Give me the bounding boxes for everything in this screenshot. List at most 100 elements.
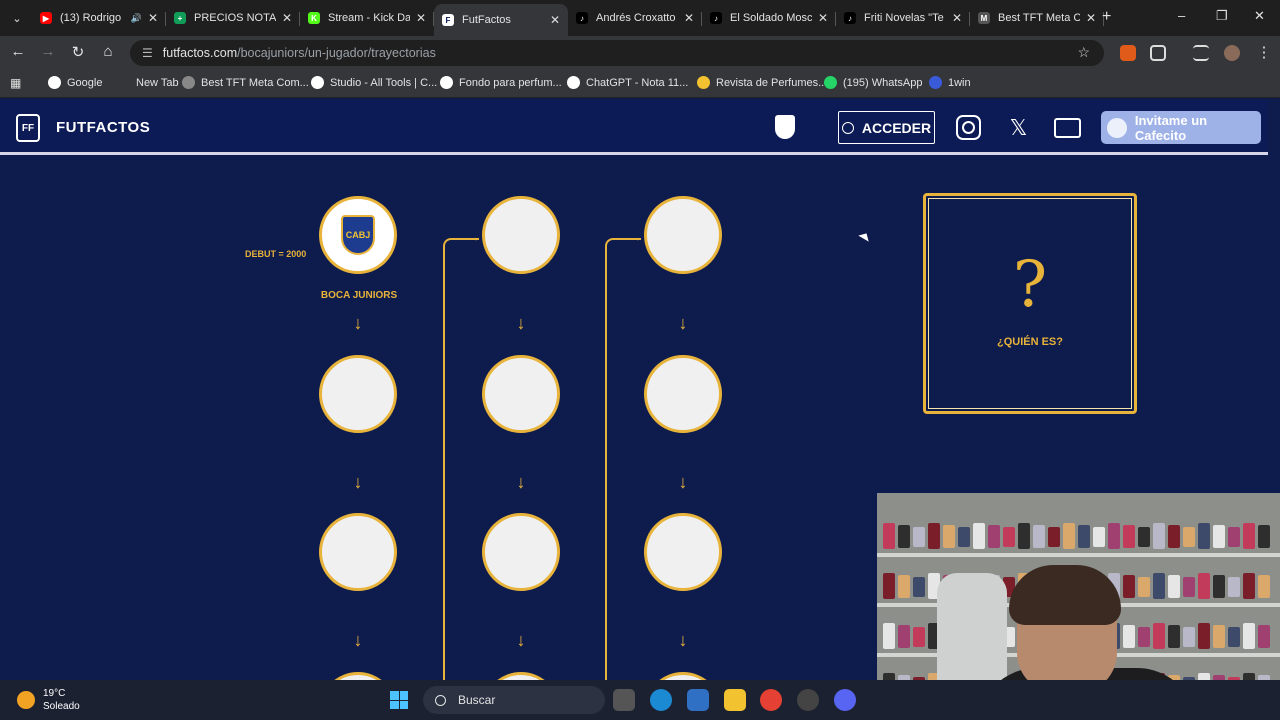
- browser-tab[interactable]: ♪ El Soldado Mosc ✕: [702, 4, 836, 32]
- club-node-empty[interactable]: [482, 196, 560, 274]
- task-view-icon[interactable]: [613, 689, 635, 711]
- media-control-icon[interactable]: [1193, 45, 1209, 61]
- bookmark-item[interactable]: Studio - All Tools | C...: [311, 76, 437, 89]
- tab-audio-icon[interactable]: 🔊: [131, 13, 142, 24]
- club-node-empty[interactable]: [482, 513, 560, 591]
- club-node-empty[interactable]: [644, 196, 722, 274]
- perfume-bottle: [1168, 525, 1180, 548]
- perfume-bottle: [1198, 523, 1210, 549]
- club-shield-icon[interactable]: [775, 115, 795, 139]
- tab-close-icon[interactable]: ✕: [684, 11, 694, 25]
- discord-icon[interactable]: [834, 689, 856, 711]
- perfume-bottle: [1183, 627, 1195, 647]
- tab-close-icon[interactable]: ✕: [1086, 11, 1096, 25]
- minimize-button[interactable]: –: [1178, 8, 1185, 23]
- mystery-label: ¿QUIÉN ES?: [996, 336, 1063, 348]
- login-button[interactable]: ACCEDER: [838, 111, 935, 144]
- club-node-empty[interactable]: [644, 513, 722, 591]
- bookmark-item[interactable]: (195) WhatsApp: [824, 76, 922, 89]
- club-node-boca-juniors[interactable]: CABJ: [319, 196, 397, 274]
- site-brand[interactable]: FUTFACTOS: [56, 119, 150, 136]
- club-node-empty[interactable]: [482, 672, 560, 680]
- browser-menu-icon[interactable]: ⋮: [1254, 43, 1274, 61]
- site-logo-icon[interactable]: FF: [16, 114, 40, 142]
- tab-close-icon[interactable]: ✕: [148, 11, 158, 25]
- mystery-player-card[interactable]: ? ¿QUIÉN ES?: [923, 193, 1137, 414]
- cafecito-button[interactable]: Invitame un Cafecito: [1101, 111, 1261, 144]
- club-node-empty[interactable]: [644, 355, 722, 433]
- browser-tab[interactable]: ♪ Andrés Croxatto ✕: [568, 4, 702, 32]
- forward-icon[interactable]: →: [38, 43, 58, 60]
- taskbar-search[interactable]: Buscar: [423, 686, 605, 714]
- tab-close-icon[interactable]: ✕: [818, 11, 828, 25]
- down-arrow-icon: ↓: [678, 313, 688, 333]
- tab-search-menu-icon[interactable]: ⌄: [6, 7, 28, 29]
- reload-icon[interactable]: ↻: [68, 43, 88, 61]
- bookmark-label: Revista de Perfumes...: [716, 76, 828, 89]
- tab-close-icon[interactable]: ✕: [416, 11, 426, 25]
- perfume-bottle: [913, 527, 925, 547]
- perfume-bottle: [1228, 577, 1240, 597]
- bookmark-item[interactable]: ChatGPT - Nota 11...: [567, 76, 688, 89]
- perfume-bottle: [1003, 527, 1015, 547]
- perfume-bottle: [1138, 577, 1150, 597]
- chrome-icon[interactable]: [760, 689, 782, 711]
- close-window-button[interactable]: ✕: [1254, 8, 1265, 24]
- browser-tab[interactable]: F FutFactos ✕: [434, 4, 568, 36]
- home-icon[interactable]: ⌂: [98, 43, 118, 60]
- weather-temperature[interactable]: 19°C: [43, 688, 65, 699]
- weather-condition[interactable]: Soleado: [43, 701, 80, 712]
- browser-tab[interactable]: K Stream - Kick Da ✕: [300, 4, 434, 32]
- x-twitter-icon[interactable]: 𝕏: [1006, 115, 1031, 140]
- instagram-icon[interactable]: [956, 115, 981, 140]
- obs-icon[interactable]: [797, 689, 819, 711]
- app-icon[interactable]: [687, 689, 709, 711]
- bookmark-item[interactable]: 1win: [929, 76, 971, 89]
- tab-title: Andrés Croxatto: [596, 12, 676, 24]
- perfume-bottle: [1123, 625, 1135, 648]
- tab-title: (13) Rodrigo: [60, 12, 122, 24]
- extension-fox-icon[interactable]: [1120, 45, 1136, 61]
- club-node-empty[interactable]: [319, 513, 397, 591]
- bookmark-item[interactable]: New Tab: [130, 76, 179, 89]
- bookmark-favicon-icon: [929, 76, 942, 89]
- site-info-icon[interactable]: ☰: [142, 46, 153, 60]
- bookmark-label: Google: [67, 76, 103, 89]
- bookmark-item[interactable]: Best TFT Meta Com...: [182, 76, 309, 89]
- mail-icon[interactable]: [1054, 118, 1081, 138]
- bookmark-favicon-icon: [311, 76, 324, 89]
- bookmark-star-icon[interactable]: ☆: [1077, 44, 1090, 61]
- path-connector: [605, 238, 641, 680]
- bookmark-item[interactable]: Revista de Perfumes...: [697, 76, 827, 89]
- browser-tab[interactable]: + PRECIOS NOTA 1 ✕: [166, 4, 300, 32]
- profile-avatar[interactable]: [1224, 45, 1240, 61]
- bookmarks-bar: ▦ Google New Tab Best TFT Meta Com... Studi…: [0, 70, 1280, 98]
- edge-icon[interactable]: [650, 689, 672, 711]
- apps-grid-icon[interactable]: ▦: [10, 76, 21, 90]
- perfume-bottle: [1153, 523, 1165, 549]
- maximize-button[interactable]: ❐: [1216, 8, 1228, 24]
- perfume-bottle: [958, 527, 970, 547]
- club-node-empty[interactable]: [482, 355, 560, 433]
- club-node-empty[interactable]: [319, 672, 397, 680]
- club-node-empty[interactable]: [319, 355, 397, 433]
- bookmark-item[interactable]: Google: [48, 76, 102, 89]
- sun-icon[interactable]: [17, 691, 35, 709]
- back-icon[interactable]: ←: [8, 43, 28, 60]
- extensions-puzzle-icon[interactable]: [1150, 45, 1166, 61]
- perfume-bottle: [913, 577, 925, 597]
- bookmark-item[interactable]: Fondo para perfum...: [440, 76, 562, 89]
- windows-start-icon[interactable]: [390, 691, 408, 709]
- club-node-empty[interactable]: [644, 672, 722, 680]
- browser-tab[interactable]: M Best TFT Meta C ✕: [970, 4, 1104, 32]
- perfume-bottle: [1258, 625, 1270, 648]
- browser-tab[interactable]: ♪ Friti Novelas "Te ✕: [836, 4, 970, 32]
- bookmark-label: (195) WhatsApp: [843, 76, 923, 89]
- tab-close-icon[interactable]: ✕: [550, 13, 560, 27]
- browser-tab[interactable]: ▶ (13) Rodrigo 🔊 ✕: [32, 4, 166, 32]
- address-bar[interactable]: ☰ futfactos.com/bocajuniors/un-jugador/t…: [130, 40, 1104, 66]
- file-explorer-icon[interactable]: [724, 689, 746, 711]
- new-tab-button[interactable]: +: [1102, 8, 1111, 26]
- tab-close-icon[interactable]: ✕: [282, 11, 292, 25]
- tab-close-icon[interactable]: ✕: [952, 11, 962, 25]
